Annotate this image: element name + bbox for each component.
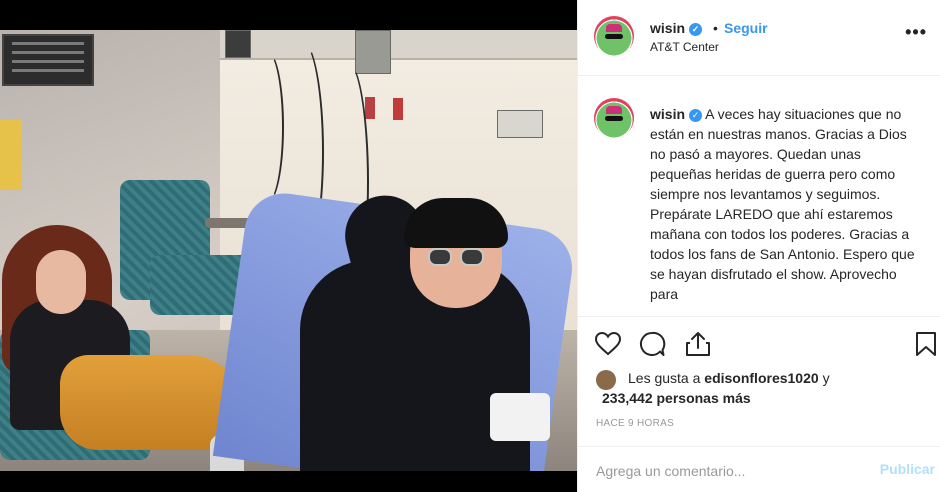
caption-area: wisin ✓ A veces hay situaciones que no es… xyxy=(578,76,940,316)
instagram-post: wisin ✓ • Seguir AT&T Center ••• wisin ✓ A… xyxy=(0,0,940,492)
post-photo[interactable] xyxy=(0,0,577,492)
liker-username-link[interactable]: edisonflores1020 xyxy=(704,370,818,386)
location-link[interactable]: AT&T Center xyxy=(650,40,719,54)
liker-avatar[interactable] xyxy=(596,370,616,390)
username-link[interactable]: wisin ✓ xyxy=(650,20,703,36)
follow-button[interactable]: Seguir xyxy=(724,20,768,36)
post-sidebar: wisin ✓ • Seguir AT&T Center ••• wisin ✓ A… xyxy=(577,0,940,492)
caption-avatar[interactable] xyxy=(594,98,634,138)
caption-body: A veces hay situaciones que no están en … xyxy=(650,106,915,302)
comment-input[interactable] xyxy=(594,459,868,483)
caption-username-link[interactable]: wisin xyxy=(650,106,685,122)
comment-icon[interactable] xyxy=(638,330,666,358)
likes-count-link[interactable]: 233,442 personas más xyxy=(602,388,751,408)
caption-text: wisin ✓ A veces hay situaciones que no es… xyxy=(650,104,926,304)
add-comment-bar: Publicar xyxy=(578,446,940,492)
more-options-icon[interactable]: ••• xyxy=(905,22,927,43)
share-icon[interactable] xyxy=(684,330,712,358)
hospital-room-image xyxy=(0,30,577,471)
publish-button[interactable]: Publicar xyxy=(880,461,935,477)
verified-badge-icon: ✓ xyxy=(689,23,703,36)
post-header: wisin ✓ • Seguir AT&T Center ••• xyxy=(578,0,940,76)
post-timestamp[interactable]: HACE 9 HORAS xyxy=(596,418,674,429)
separator-dot: • xyxy=(713,20,718,36)
bookmark-icon[interactable] xyxy=(914,330,938,358)
action-bar xyxy=(578,316,940,372)
verified-badge-icon: ✓ xyxy=(689,109,703,122)
profile-avatar[interactable] xyxy=(594,16,634,56)
heart-icon[interactable] xyxy=(594,330,622,358)
